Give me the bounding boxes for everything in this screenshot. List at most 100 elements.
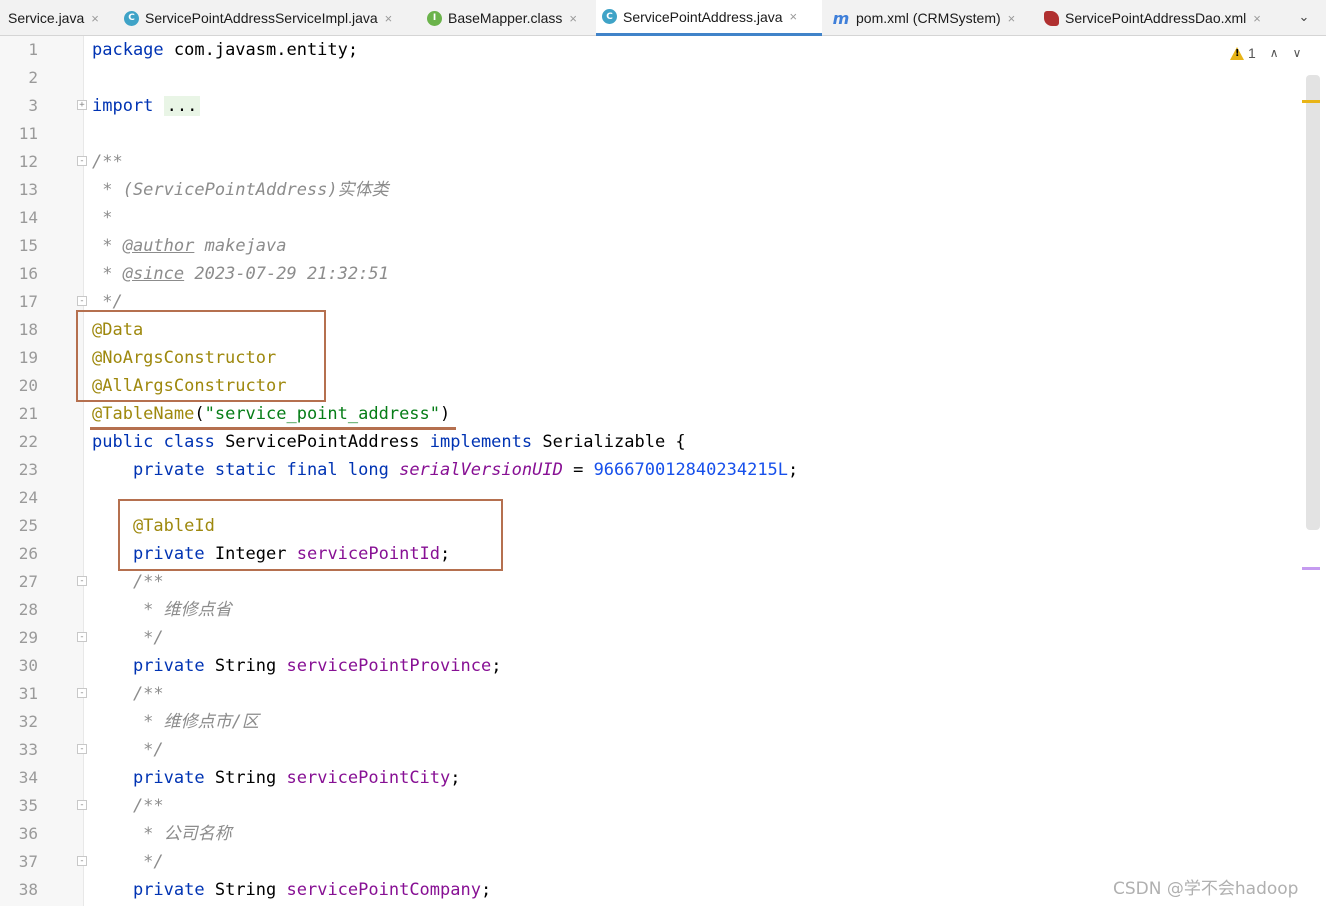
keyword: private [132,656,205,676]
code-line: 14 * [0,204,1326,232]
code-line: 16 * @since 2023-07-29 21:32:51 [0,260,1326,288]
maven-icon: m [832,8,850,28]
tab-label: Service.java [8,10,85,26]
code-line: 12 - /** [0,148,1326,176]
line-number: 36 [18,824,38,843]
code-line: 30 private String servicePointProvince; [0,652,1326,680]
close-icon[interactable]: × [91,11,99,26]
highlight-underline-tablename [90,427,456,430]
code-line: 28 * 维修点省 [0,596,1326,624]
tab-service-impl-java[interactable]: C ServicePointAddressServiceImpl.java × [118,0,418,36]
close-icon[interactable]: × [790,9,798,24]
fold-collapse-icon[interactable]: - [77,800,87,810]
fold-collapse-icon[interactable]: - [77,688,87,698]
tab-servicepointaddress-java[interactable]: C ServicePointAddress.java × [596,0,822,36]
comment: */ [92,628,164,648]
keyword: public class [92,432,215,452]
code-line: 35 - /** [0,792,1326,820]
tab-label: pom.xml (CRMSystem) [856,10,1001,26]
type-name: String [204,656,287,676]
fold-end-icon[interactable]: - [77,744,87,754]
line-number: 15 [18,236,38,255]
comment: /** [92,152,123,172]
comment: /** [92,684,164,704]
fold-collapse-icon[interactable]: - [77,576,87,586]
line-number: 30 [18,656,38,675]
tab-label: ServicePointAddressServiceImpl.java [145,10,378,26]
comment: * 公司名称 [92,824,232,844]
line-number: 1 [28,40,38,59]
code-line: 34 private String servicePointCity; [0,764,1326,792]
chevron-down-icon[interactable]: ⌄ [1293,8,1315,28]
code-line: 32 * 维修点市/区 [0,708,1326,736]
code-text: ; [450,768,461,788]
fold-end-icon[interactable]: - [77,296,87,306]
code-line: 3 + import ... [0,92,1326,120]
package-name: com.javasm.entity; [163,40,359,60]
line-number: 13 [18,180,38,199]
line-number: 12 [18,152,38,171]
comment: * [92,208,113,228]
close-icon[interactable]: × [1008,11,1016,26]
fold-end-icon[interactable]: - [77,856,87,866]
comment: * 维修点省 [92,600,232,620]
fold-end-icon[interactable]: - [77,632,87,642]
line-number: 37 [18,852,38,871]
code-line: 2 [0,64,1326,92]
tab-service-java[interactable]: Service.java × [0,0,112,36]
code-text: ; [480,880,492,900]
comment: * (ServicePointAddress)实体类 [92,180,389,200]
editor-tab-bar: Service.java × C ServicePointAddressServ… [0,0,1326,36]
code-line: 27 - /** [0,568,1326,596]
code-line: 13 * (ServicePointAddress)实体类 [0,176,1326,204]
line-number: 31 [18,684,38,703]
mybatis-icon [1044,10,1059,26]
field-name: servicePointCompany [286,880,481,900]
code-line: 1 package com.javasm.entity; [0,36,1326,64]
class-icon: C [602,9,617,24]
code-text: = [562,460,594,480]
keyword: implements [429,432,533,452]
line-number: 26 [18,544,38,563]
close-icon[interactable]: × [1253,11,1261,26]
number-literal: 966670012840234215L [593,460,789,480]
javadoc-tag: @since [122,264,185,284]
close-icon[interactable]: × [569,11,577,26]
tab-label: ServicePointAddressDao.xml [1065,10,1247,26]
line-number: 19 [18,348,38,367]
code-line: 31 - /** [0,680,1326,708]
comment: makejava [194,236,287,256]
paren: ( [194,404,205,424]
code-text: Serializable { [532,432,686,452]
comment: * [92,236,123,256]
code-line: 15 * @author makejava [0,232,1326,260]
folded-imports[interactable]: ... [163,96,201,116]
comment: */ [92,852,164,872]
line-number: 17 [18,292,38,311]
comment: /** [92,572,164,592]
comment: * [92,264,123,284]
line-number: 34 [18,768,38,787]
fold-expand-icon[interactable]: + [77,100,87,110]
paren: ) [440,404,451,424]
interface-icon: I [427,10,442,26]
line-number: 28 [18,600,38,619]
field-name: servicePointCity [286,768,451,788]
code-line: 21 @TableName("service_point_address") [0,400,1326,428]
fold-collapse-icon[interactable]: - [77,156,87,166]
line-number: 2 [28,68,38,87]
highlight-box-tableid [118,499,503,571]
tab-basemapper-class[interactable]: I BaseMapper.class × [421,0,593,36]
comment: 2023-07-29 21:32:51 [184,264,389,284]
keyword: private static final long [132,460,389,480]
tab-label: ServicePointAddress.java [623,8,783,25]
tab-dao-xml[interactable]: ServicePointAddressDao.xml × [1038,0,1288,36]
line-number: 11 [18,124,38,143]
keyword: import [92,96,154,116]
annotation: @TableName [92,404,195,424]
tab-pom-xml[interactable]: m pom.xml (CRMSystem) × [826,0,1034,36]
close-icon[interactable]: × [385,11,393,26]
comment: /** [92,796,164,816]
